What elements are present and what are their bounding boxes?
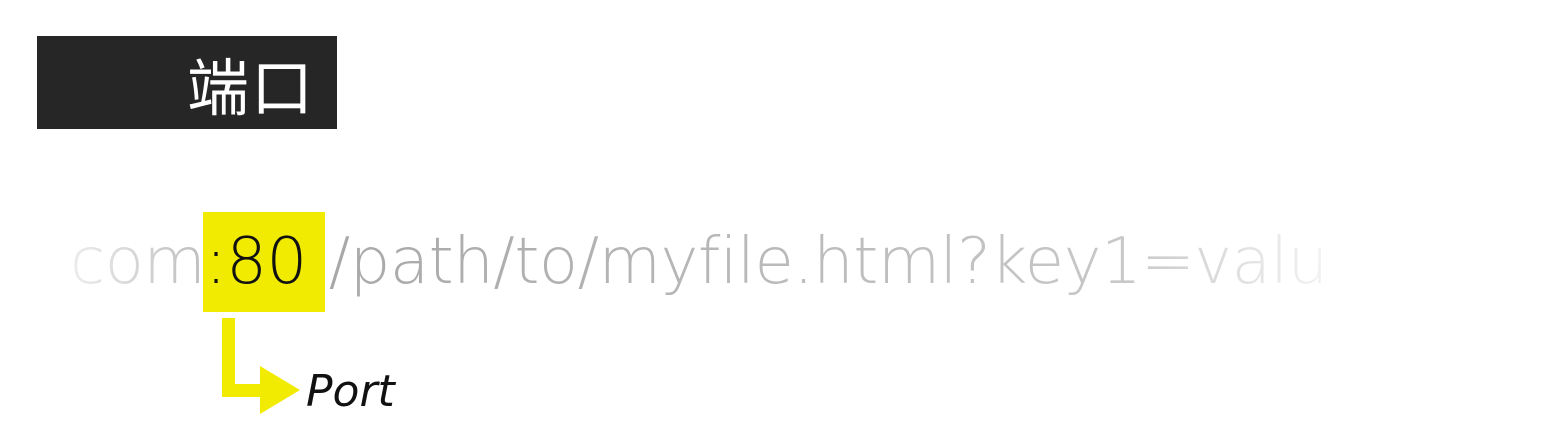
port-label: Port <box>306 366 395 417</box>
url-domain-fragment: com <box>70 225 206 299</box>
url-path-fragment: /path/to/myfile.html?key1=valu <box>328 225 1329 299</box>
title-box: 端口 <box>37 36 337 129</box>
url-line: com :80 /path/to/myfile.html?key1=valu <box>70 212 1500 312</box>
callout-arrow-head-icon <box>260 366 300 414</box>
title-text: 端口 <box>186 51 315 125</box>
url-port-highlight: :80 <box>203 212 325 312</box>
